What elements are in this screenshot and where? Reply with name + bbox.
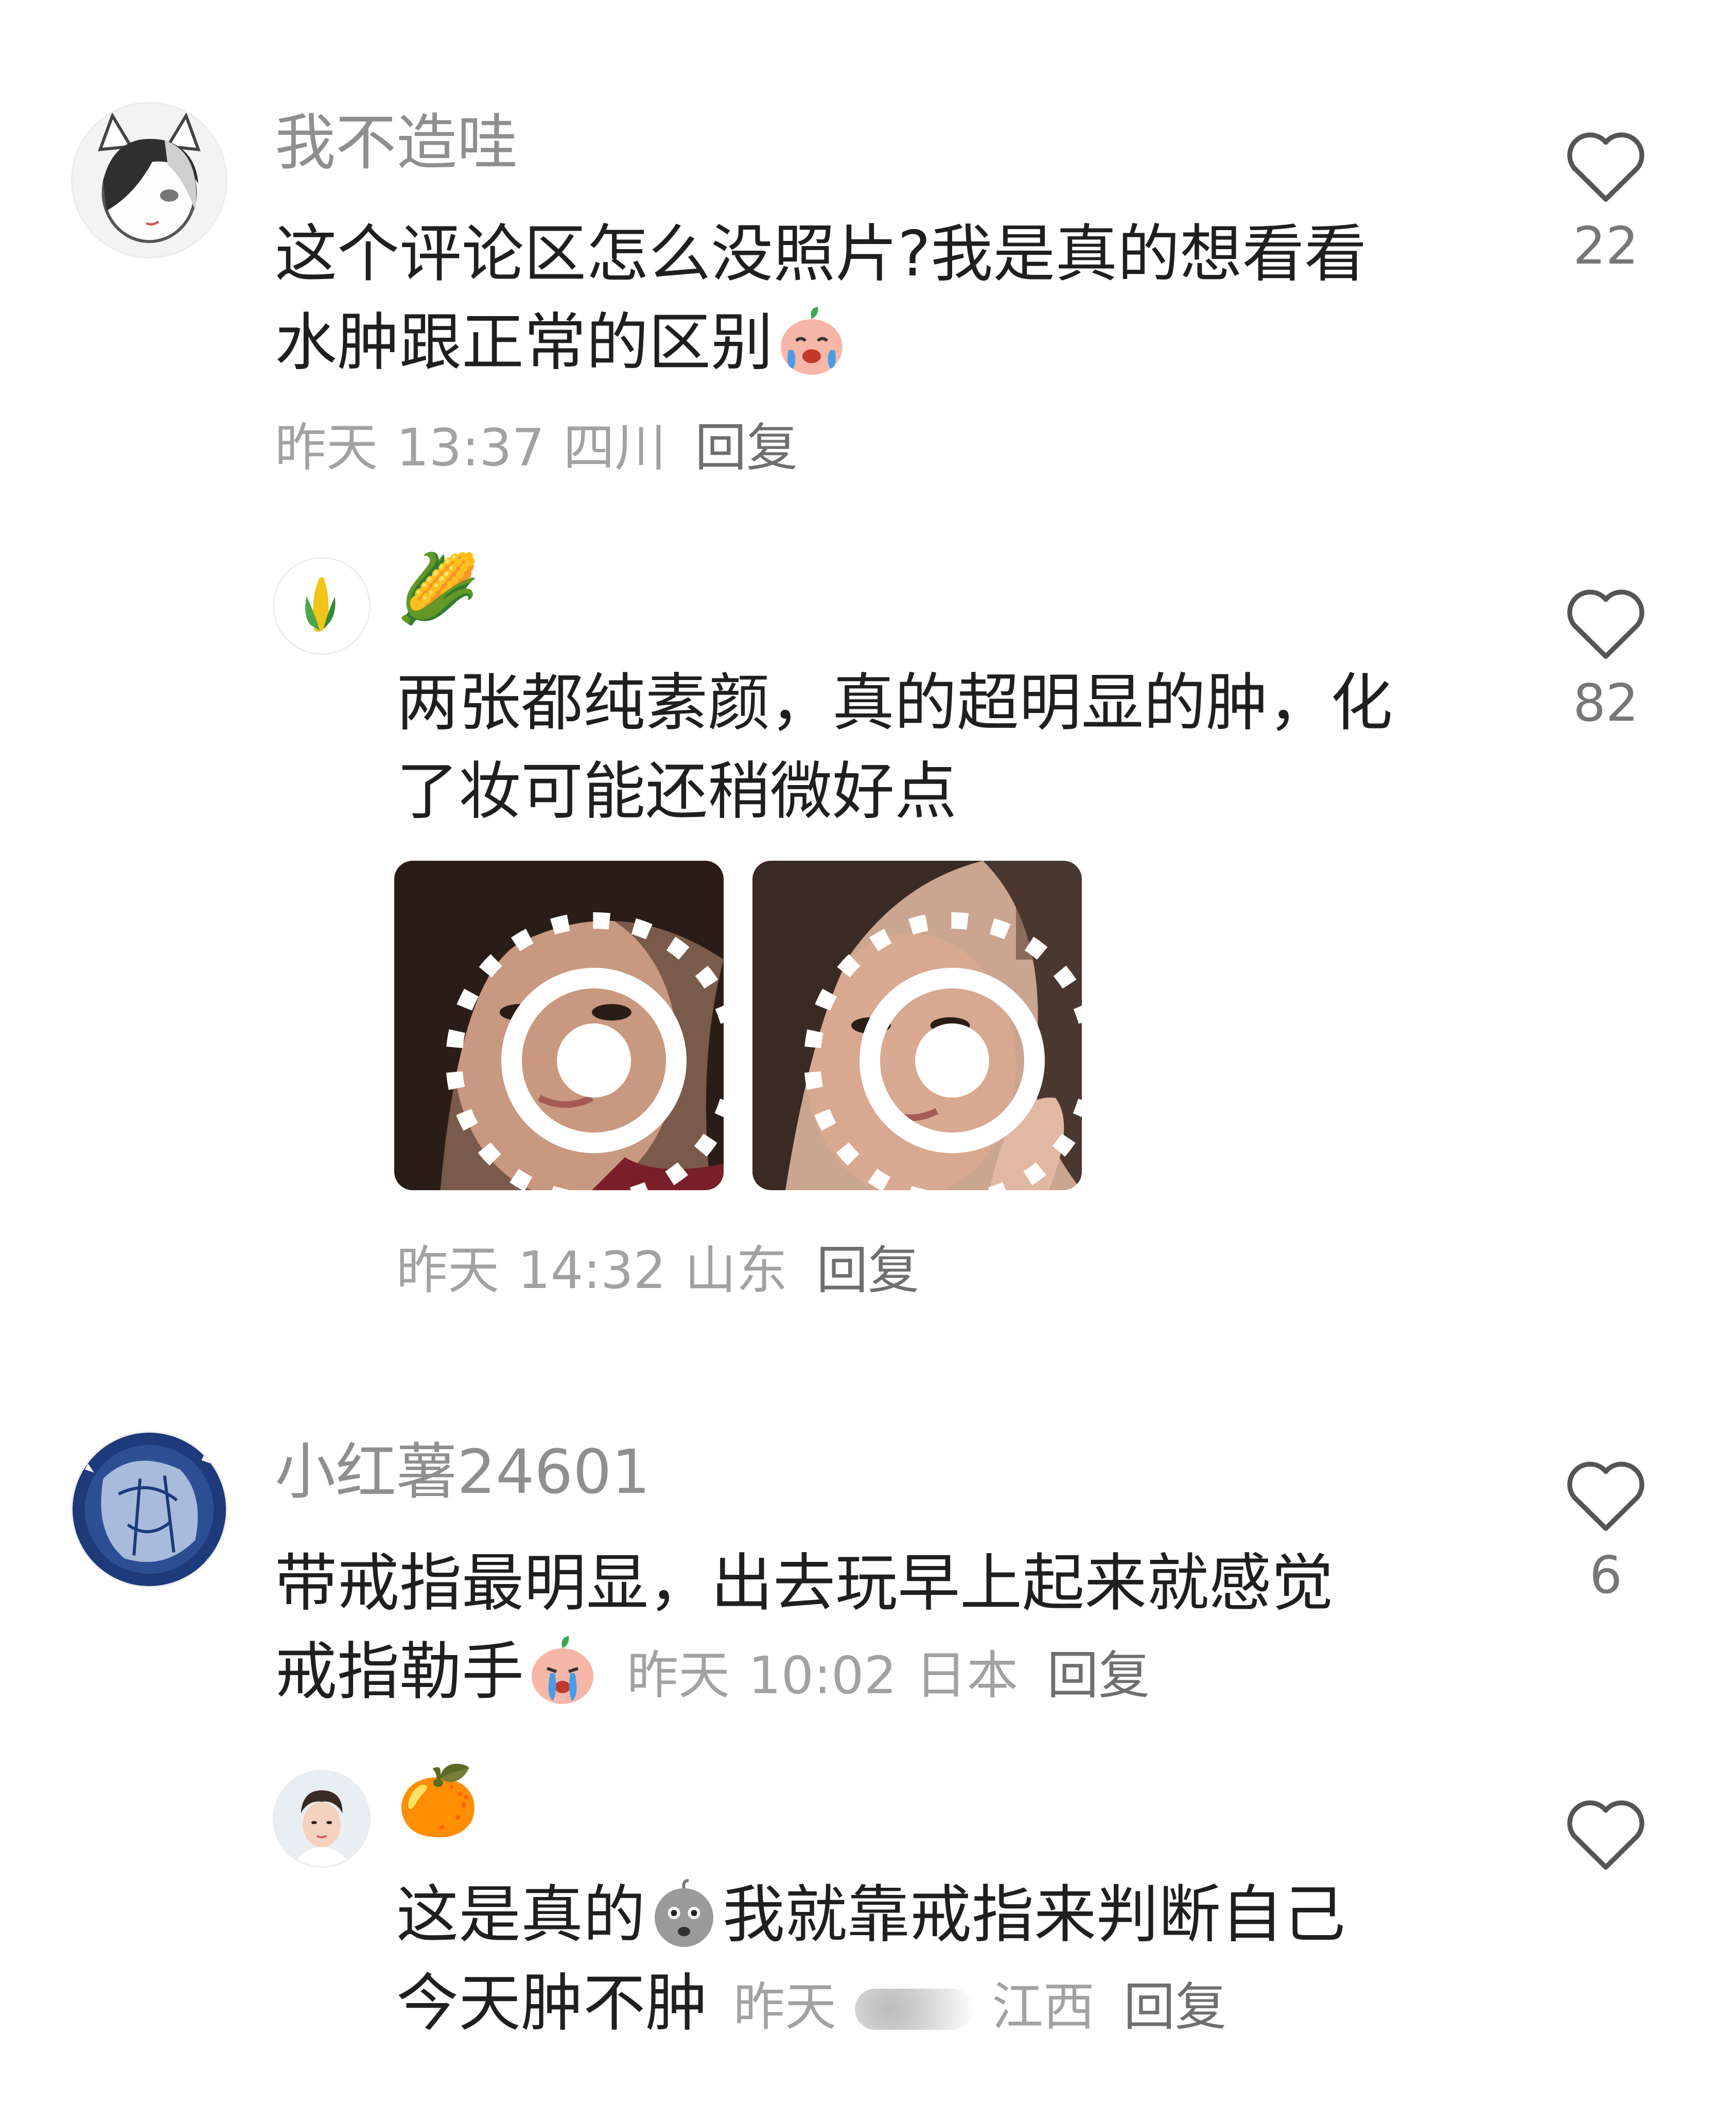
comment-username[interactable]: 小红薯24601 bbox=[275, 1441, 650, 1502]
comment-location: 日本 bbox=[915, 1645, 1019, 1706]
heart-icon bbox=[1567, 132, 1644, 202]
comment-line: 这是真的 我就靠戒指来判断自己 bbox=[396, 1871, 1345, 1959]
comment-location: 江西 bbox=[992, 1977, 1095, 2037]
live-photo-icon bbox=[804, 912, 1082, 1190]
comment-time: 14:32 bbox=[518, 1240, 667, 1300]
avatar[interactable] bbox=[71, 1431, 227, 1588]
heart-icon bbox=[1567, 1462, 1644, 1531]
reply-button[interactable]: 回复 bbox=[816, 1240, 919, 1300]
comment-time: 13:37 bbox=[396, 417, 545, 478]
comment-username[interactable]: 我不造哇 bbox=[275, 112, 518, 173]
username-emoji[interactable]: 🍊 bbox=[396, 1767, 480, 1834]
comment-meta: 昨天 江西 回复 bbox=[733, 1977, 1226, 2037]
live-photo-icon bbox=[446, 912, 724, 1190]
avatar[interactable] bbox=[273, 1770, 371, 1868]
like-count: 22 bbox=[1573, 216, 1639, 276]
comment-location: 四川 bbox=[563, 417, 667, 478]
avatar[interactable] bbox=[273, 557, 371, 655]
comment-photo[interactable] bbox=[394, 861, 724, 1190]
like-count: 6 bbox=[1589, 1545, 1622, 1605]
like-button[interactable]: 22 bbox=[1559, 123, 1652, 272]
comment-photo[interactable] bbox=[752, 861, 1082, 1190]
crying-laughing-peach-emoji bbox=[773, 302, 850, 379]
like-button[interactable]: 6 bbox=[1559, 1452, 1652, 1601]
comment-meta: 昨天 10:02 日本 回复 bbox=[627, 1645, 1150, 1706]
comment-line: 两张都纯素颜，真的超明显的肿，化 bbox=[396, 667, 1393, 739]
heart-icon bbox=[1567, 589, 1644, 659]
comment-date: 昨天 bbox=[627, 1645, 730, 1706]
comment-time: 10:02 bbox=[748, 1645, 897, 1706]
comment-meta: 昨天 13:37 四川 回复 bbox=[275, 422, 798, 474]
comment-line: 今天肿不肿 昨天 江西 回复 bbox=[396, 1967, 1227, 2040]
like-button[interactable] bbox=[1559, 1790, 1652, 1873]
comment-line: 了妆可能还稍微好点 bbox=[396, 755, 957, 828]
shocked-grey-emoji bbox=[645, 1874, 723, 1952]
comment-line: 这个评论区怎么没照片?我是真的想看看 bbox=[275, 218, 1367, 290]
like-count: 82 bbox=[1573, 673, 1639, 733]
comment-date: 昨天 bbox=[396, 1240, 499, 1300]
redacted-time bbox=[855, 1989, 974, 2030]
avatar[interactable] bbox=[71, 102, 227, 258]
comment-date: 昨天 bbox=[275, 417, 378, 478]
comment-line: 水肿跟正常的区别 bbox=[275, 299, 1366, 387]
comment-text: 这个评论区怎么没照片?我是真的想看看 水肿跟正常的区别 bbox=[275, 210, 1366, 387]
comment-text: 两张都纯素颜，真的超明显的肿，化 了妆可能还稍微好点 bbox=[396, 659, 1393, 836]
reply-button[interactable]: 回复 bbox=[695, 417, 798, 478]
comment-line: 带戒指最明显，出去玩早上起来就感觉 bbox=[275, 1547, 1334, 1620]
comment-text: 这是真的 我就靠戒指来判断自己 今天肿不肿 昨天 江西 回复 bbox=[396, 1871, 1345, 2048]
comment-date: 昨天 bbox=[733, 1977, 837, 2037]
username-emoji[interactable]: 🌽 bbox=[396, 555, 480, 622]
crying-peach-emoji bbox=[524, 1631, 601, 1709]
like-button[interactable]: 82 bbox=[1559, 580, 1652, 729]
heart-icon bbox=[1567, 1800, 1644, 1870]
reply-button[interactable]: 回复 bbox=[1047, 1645, 1150, 1706]
comment-text: 带戒指最明显，出去玩早上起来就感觉 戒指勒手 昨天 10:02 日本 回复 bbox=[275, 1539, 1334, 1716]
reply-button[interactable]: 回复 bbox=[1124, 1977, 1226, 2037]
comment-location: 山东 bbox=[685, 1240, 788, 1300]
comment-meta: 昨天 14:32 山东 回复 bbox=[396, 1245, 919, 1296]
comment-line: 戒指勒手 昨天 10:02 日本 回复 bbox=[275, 1628, 1334, 1716]
